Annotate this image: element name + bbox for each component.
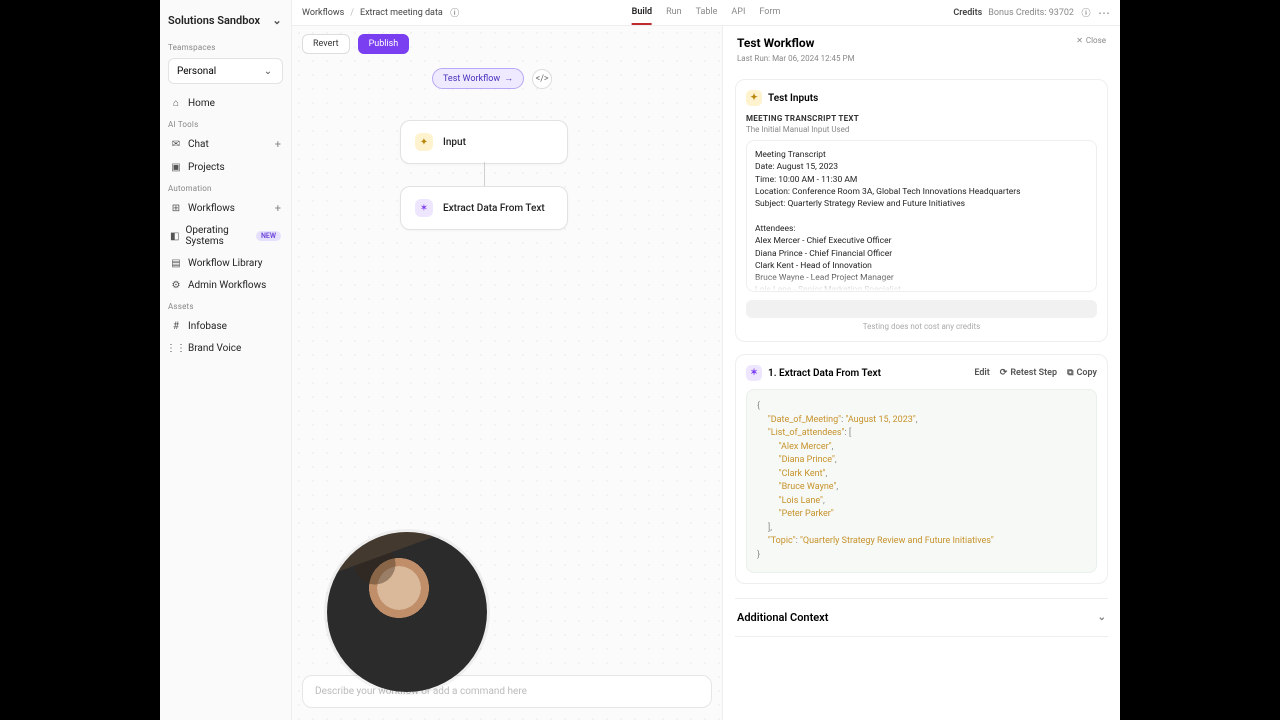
card-title: Test Inputs — [768, 93, 818, 104]
close-label: Close — [1086, 36, 1106, 45]
credits-bonus: Bonus Credits: 93702 — [988, 8, 1074, 18]
nav-admin-wf[interactable]: ⚙ Admin Workflows — [164, 274, 287, 296]
chat-icon: ✉ — [170, 139, 182, 151]
nav-infobase[interactable]: # Infobase — [164, 315, 287, 337]
nav-workflows[interactable]: ⊞ Workflows + — [164, 197, 287, 220]
refresh-icon: ⟳ — [1000, 368, 1008, 378]
nav-label: Projects — [188, 162, 225, 173]
retest-step[interactable]: ⟳Retest Step — [1000, 368, 1057, 378]
test-panel: Test Workflow ✕ Close Last Run: Mar 06, … — [722, 26, 1120, 720]
arrow-right-icon: → — [504, 73, 513, 84]
tab-api[interactable]: API — [731, 1, 745, 25]
teamspace-dropdown[interactable]: Personal ⌄ — [168, 58, 283, 84]
publish-button[interactable]: Publish — [358, 34, 410, 54]
code-icon: </> — [536, 74, 549, 84]
pill-label: Test Workflow — [443, 74, 500, 84]
run-test-button[interactable] — [746, 300, 1097, 318]
tab-build[interactable]: Build — [632, 1, 652, 25]
hash-icon: # — [170, 320, 182, 332]
nav-chat[interactable]: ✉ Chat + — [164, 133, 287, 156]
node-label: Extract Data From Text — [443, 203, 545, 214]
workspace-name: Solutions Sandbox — [168, 14, 260, 27]
teamspace-selected: Personal — [177, 66, 216, 77]
card-title: 1. Extract Data From Text — [768, 368, 881, 379]
edit-step[interactable]: Edit — [974, 368, 989, 378]
breadcrumb-sep: / — [350, 8, 354, 18]
nav-label: Admin Workflows — [188, 280, 266, 291]
nav-projects[interactable]: ▣ Projects — [164, 156, 287, 178]
transcript-text[interactable]: Meeting TranscriptDate: August 15, 2023T… — [746, 140, 1097, 292]
extract-icon: ✶ — [415, 199, 433, 217]
nav-label: Workflow Library — [188, 258, 263, 269]
nav-label: Infobase — [188, 321, 227, 332]
nav-label: Operating Systems — [185, 225, 246, 247]
credit-note: Testing does not cost any credits — [746, 322, 1097, 331]
section-teamspaces: Teamspaces — [164, 37, 287, 56]
workflows-icon: ⊞ — [170, 203, 182, 215]
test-workflow-pill[interactable]: Test Workflow → — [432, 68, 524, 89]
panel-title: Test Workflow — [737, 36, 814, 50]
info-icon[interactable]: ⓘ — [449, 7, 461, 19]
copy-icon: ⧉ — [1067, 368, 1073, 378]
accordion-title: Additional Context — [737, 611, 828, 624]
chevron-down-icon: ⌄ — [1098, 612, 1106, 623]
chevron-down-icon: ⌄ — [271, 15, 283, 27]
info-icon[interactable]: ⓘ — [1080, 7, 1092, 19]
close-panel[interactable]: ✕ Close — [1076, 36, 1106, 45]
canvas[interactable]: Revert Publish Test Workflow → </> ✦ — [292, 26, 722, 720]
nav-os[interactable]: ◧ Operating Systems NEW — [164, 220, 287, 252]
admin-icon: ⚙ — [170, 279, 182, 291]
node-extract[interactable]: ✶ Extract Data From Text — [400, 186, 568, 230]
projects-icon: ▣ — [170, 161, 182, 173]
breadcrumb-current: Extract meeting data — [360, 8, 443, 18]
credits-label: Credits — [953, 8, 982, 18]
extract-icon: ✶ — [746, 365, 762, 381]
transcript-heading: MEETING TRANSCRIPT TEXT — [746, 114, 1097, 123]
plus-icon[interactable]: + — [275, 202, 281, 215]
sidebar: Solutions Sandbox ⌄ Teamspaces Personal … — [160, 0, 292, 720]
presenter-avatar — [327, 532, 487, 692]
os-icon: ◧ — [170, 230, 179, 242]
output-json[interactable]: { "Date_of_Meeting": "August 15, 2023", … — [746, 389, 1097, 573]
section-assets: Assets — [164, 296, 287, 315]
sparkle-icon: ✦ — [415, 133, 433, 151]
home-icon: ⌂ — [170, 97, 182, 109]
section-automation: Automation — [164, 178, 287, 197]
more-menu-icon[interactable]: ⋯ — [1098, 6, 1110, 20]
nav-brand-voice[interactable]: ⋮⋮ Brand Voice — [164, 337, 287, 359]
sparkle-icon: ✦ — [746, 90, 762, 106]
tab-run[interactable]: Run — [666, 1, 681, 25]
revert-button[interactable]: Revert — [302, 34, 350, 54]
breadcrumb: Workflows / Extract meeting data ⓘ — [302, 7, 461, 19]
node-label: Input — [443, 137, 466, 148]
connector — [484, 162, 485, 188]
tab-form[interactable]: Form — [759, 1, 780, 25]
nav-label: Brand Voice — [188, 343, 241, 354]
tabs: Build Run Table API Form — [632, 1, 781, 25]
nav-label: Home — [188, 98, 215, 109]
section-ai-tools: AI Tools — [164, 114, 287, 133]
workspace-switcher[interactable]: Solutions Sandbox ⌄ — [164, 8, 287, 37]
chevron-down-icon: ⌄ — [262, 65, 274, 77]
close-icon: ✕ — [1076, 36, 1083, 45]
breadcrumb-root[interactable]: Workflows — [302, 8, 344, 18]
library-icon: ▤ — [170, 257, 182, 269]
additional-context-accordion[interactable]: Additional Context ⌄ — [735, 598, 1108, 637]
plus-icon[interactable]: + — [275, 138, 281, 151]
nav-home[interactable]: ⌂ Home — [164, 92, 287, 114]
top-bar: Workflows / Extract meeting data ⓘ Build… — [292, 0, 1120, 26]
step-1-card: ✶ 1. Extract Data From Text Edit ⟳Retest… — [735, 354, 1108, 584]
nav-label: Workflows — [188, 203, 235, 214]
transcript-desc: The Initial Manual Input Used — [746, 125, 1097, 134]
nav-wf-library[interactable]: ▤ Workflow Library — [164, 252, 287, 274]
test-inputs-card: ✦ Test Inputs MEETING TRANSCRIPT TEXT Th… — [735, 79, 1108, 342]
voice-icon: ⋮⋮ — [170, 342, 182, 354]
last-run: Last Run: Mar 06, 2024 12:45 PM — [723, 54, 1120, 73]
code-toggle-button[interactable]: </> — [532, 69, 552, 89]
copy-output[interactable]: ⧉Copy — [1067, 368, 1097, 378]
node-input[interactable]: ✦ Input — [400, 120, 568, 164]
tab-table[interactable]: Table — [696, 1, 718, 25]
badge-new: NEW — [256, 231, 281, 241]
nav-label: Chat — [188, 139, 209, 150]
